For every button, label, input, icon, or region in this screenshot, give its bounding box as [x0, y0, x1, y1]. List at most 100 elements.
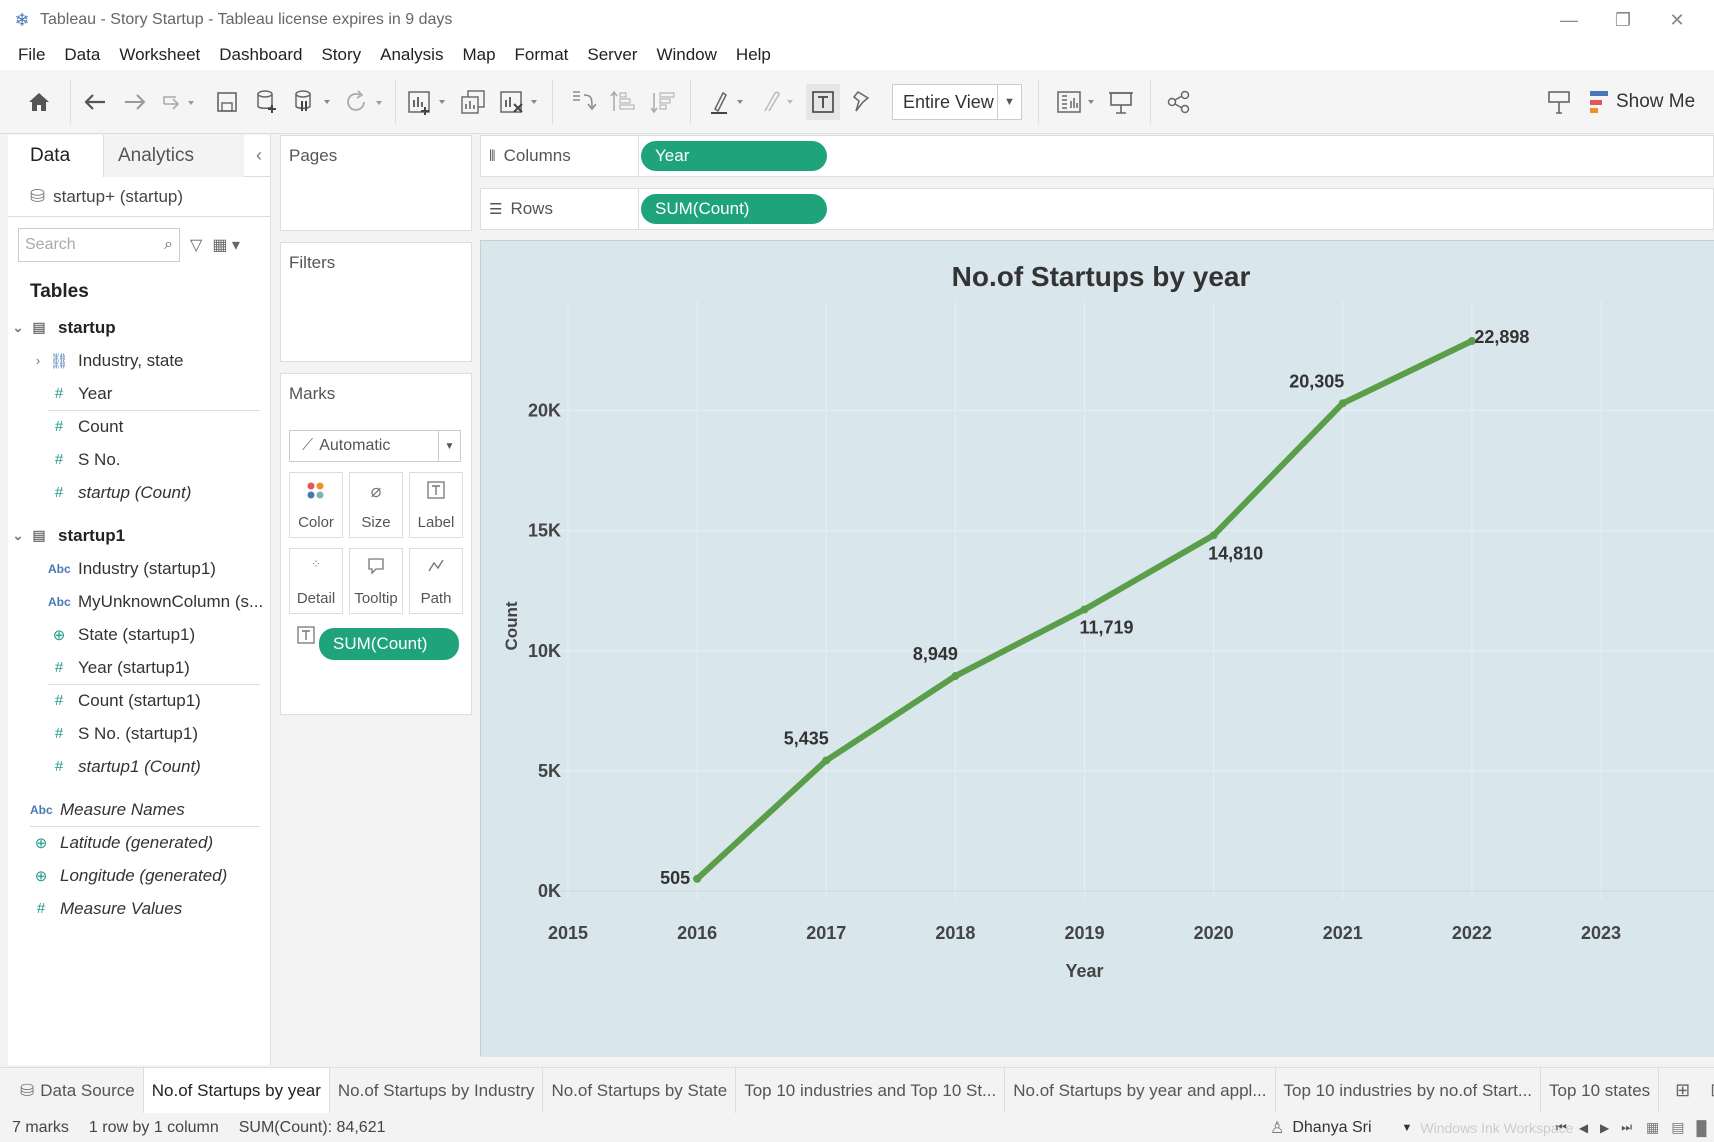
chevron-down-icon[interactable]: ⌄ — [8, 528, 28, 544]
line-chart[interactable]: No.of Startups by year 0K 5K 10K 15K 20K Count… — [481, 241, 1714, 1057]
mark-type-dropdown[interactable]: ⟋ Automatic ▼ — [289, 430, 461, 462]
minimize-button[interactable]: — — [1542, 0, 1596, 40]
size-button[interactable]: ⌀ Size — [349, 472, 403, 538]
detail-button[interactable]: ⁘ Detail — [289, 548, 343, 614]
highlight-icon[interactable] — [706, 84, 750, 120]
field-item[interactable]: # Measure Values — [8, 892, 270, 925]
color-button[interactable]: Color — [289, 472, 343, 538]
sort-descending-icon[interactable] — [648, 84, 678, 120]
menu-window[interactable]: Window — [656, 45, 716, 65]
presentation-mode-icon[interactable] — [1106, 84, 1136, 120]
menu-story[interactable]: Story — [321, 45, 361, 65]
viz-area[interactable]: No.of Startups by year 0K 5K 10K 15K 20K Count… — [480, 240, 1714, 1057]
search-input[interactable]: Search ⌕ — [18, 228, 180, 262]
marks-pill[interactable]: SUM(Count) — [319, 628, 459, 660]
sheet-tab[interactable]: No.of Startups by Industry — [330, 1068, 544, 1113]
chevron-down-icon[interactable]: ⌄ — [8, 320, 28, 336]
user-menu[interactable]: ♙ Dhanya Sri ▼ Windows Ink Workspace — [1270, 1113, 1573, 1142]
prev-sheet-icon[interactable]: ◀ — [1579, 1121, 1588, 1135]
pause-updates-icon[interactable] — [292, 84, 336, 120]
sheet-tab[interactable]: Top 10 industries by no.of Start... — [1276, 1068, 1542, 1113]
field-item[interactable]: # S No. (startup1) — [8, 717, 270, 750]
columns-pill[interactable]: Year — [641, 141, 827, 171]
sheet-sorter-icon[interactable]: ▦ — [1646, 1119, 1659, 1136]
redo-icon[interactable] — [120, 84, 150, 120]
menu-worksheet[interactable]: Worksheet — [119, 45, 200, 65]
new-worksheet-icon[interactable] — [406, 84, 450, 120]
sheet-tab[interactable]: No.of Startups by year and appl... — [1005, 1068, 1276, 1113]
table-startup[interactable]: ⌄ ▤ startup — [8, 311, 270, 344]
sheet-tab[interactable]: Top 10 states — [1541, 1068, 1660, 1113]
new-datasource-icon[interactable] — [252, 84, 282, 120]
home-icon[interactable] — [24, 84, 54, 120]
sort-ascending-icon[interactable] — [608, 84, 638, 120]
next-sheet-icon[interactable]: ▶ — [1600, 1121, 1609, 1135]
group-members-icon[interactable] — [756, 84, 800, 120]
restore-button[interactable]: ❐ — [1596, 0, 1650, 40]
menu-file[interactable]: File — [18, 45, 45, 65]
fix-axes-icon[interactable] — [846, 84, 876, 120]
menu-dashboard[interactable]: Dashboard — [219, 45, 302, 65]
filmstrip-icon[interactable]: ▤ — [1671, 1119, 1684, 1136]
field-item[interactable]: ⊕ Latitude (generated) — [8, 826, 270, 859]
last-sheet-icon[interactable]: ⏭ — [1621, 1120, 1632, 1135]
clear-sheet-icon[interactable] — [498, 84, 542, 120]
field-item[interactable]: # startup (Count) — [8, 476, 270, 509]
menu-data[interactable]: Data — [64, 45, 100, 65]
tabs-view-icon[interactable]: █ — [1696, 1120, 1706, 1136]
duplicate-sheet-icon[interactable] — [458, 84, 488, 120]
field-item[interactable]: ⊕ State (startup1) — [8, 618, 270, 651]
sheet-tab[interactable]: No.of Startups by year — [143, 1068, 330, 1113]
filter-icon[interactable]: ▽ — [190, 235, 202, 255]
save-icon[interactable] — [212, 84, 242, 120]
path-button[interactable]: Path — [409, 548, 463, 614]
rows-pill[interactable]: SUM(Count) — [641, 194, 827, 224]
rows-pill-label: SUM(Count) — [655, 199, 750, 218]
label-button[interactable]: Label — [409, 472, 463, 538]
tab-data[interactable]: Data — [8, 135, 104, 177]
show-hide-cards-icon[interactable] — [1054, 84, 1100, 120]
tooltip-button[interactable]: Tooltip — [349, 548, 403, 614]
fit-dropdown[interactable]: Entire View ▼ — [892, 84, 1022, 120]
field-item[interactable]: # Year — [8, 377, 270, 410]
show-mark-labels-icon[interactable] — [806, 84, 840, 120]
menu-format[interactable]: Format — [515, 45, 569, 65]
menu-map[interactable]: Map — [462, 45, 495, 65]
share-icon[interactable] — [1164, 84, 1194, 120]
data-source-tab[interactable]: ⛁ Data Source — [8, 1068, 144, 1113]
new-worksheet-icon[interactable]: ⊞ — [1675, 1080, 1690, 1101]
field-item[interactable]: # Count (startup1) — [8, 684, 270, 717]
tooltip-icon[interactable] — [1544, 84, 1574, 120]
swap-rows-columns-icon[interactable] — [568, 84, 598, 120]
datasource-item[interactable]: ⛁ startup+ (startup) — [8, 177, 270, 217]
toolbar: Entire View ▼ Show Me — [0, 70, 1714, 134]
sheet-tab[interactable]: No.of Startups by State — [543, 1068, 737, 1113]
field-item[interactable]: ⊕ Longitude (generated) — [8, 859, 270, 892]
close-button[interactable]: ✕ — [1650, 0, 1704, 40]
field-item[interactable]: Abc Measure Names — [8, 793, 270, 826]
field-item[interactable]: # Year (startup1) — [8, 651, 270, 684]
replay-icon[interactable] — [158, 84, 198, 120]
menu-help[interactable]: Help — [736, 45, 771, 65]
field-item[interactable]: # Count — [8, 410, 270, 443]
pages-card[interactable]: Pages — [280, 135, 472, 231]
list-view-icon[interactable]: ▦ ▾ — [212, 235, 240, 255]
chevron-right-icon[interactable]: › — [28, 353, 48, 368]
refresh-icon[interactable] — [342, 84, 386, 120]
collapse-pane-icon[interactable]: ‹ — [256, 145, 262, 166]
filters-card[interactable]: Filters — [280, 242, 472, 362]
field-item[interactable]: # S No. — [8, 443, 270, 476]
show-me-button[interactable]: Show Me — [1590, 84, 1695, 120]
menu-analysis[interactable]: Analysis — [380, 45, 443, 65]
field-item[interactable]: Abc MyUnknownColumn (s... — [8, 585, 270, 618]
first-sheet-icon[interactable]: ⏮ — [1556, 1120, 1567, 1135]
table-startup1[interactable]: ⌄ ▤ startup1 — [8, 519, 270, 552]
menu-server[interactable]: Server — [587, 45, 637, 65]
field-item[interactable]: # startup1 (Count) — [8, 750, 270, 783]
new-dashboard-icon[interactable]: ⊞ — [1710, 1080, 1714, 1101]
undo-icon[interactable] — [80, 84, 110, 120]
sheet-tab[interactable]: Top 10 industries and Top 10 St... — [736, 1068, 1006, 1113]
field-item[interactable]: Abc Industry (startup1) — [8, 552, 270, 585]
tab-analytics[interactable]: Analytics — [104, 135, 244, 177]
field-item[interactable]: › ⛓ Industry, state — [8, 344, 270, 377]
